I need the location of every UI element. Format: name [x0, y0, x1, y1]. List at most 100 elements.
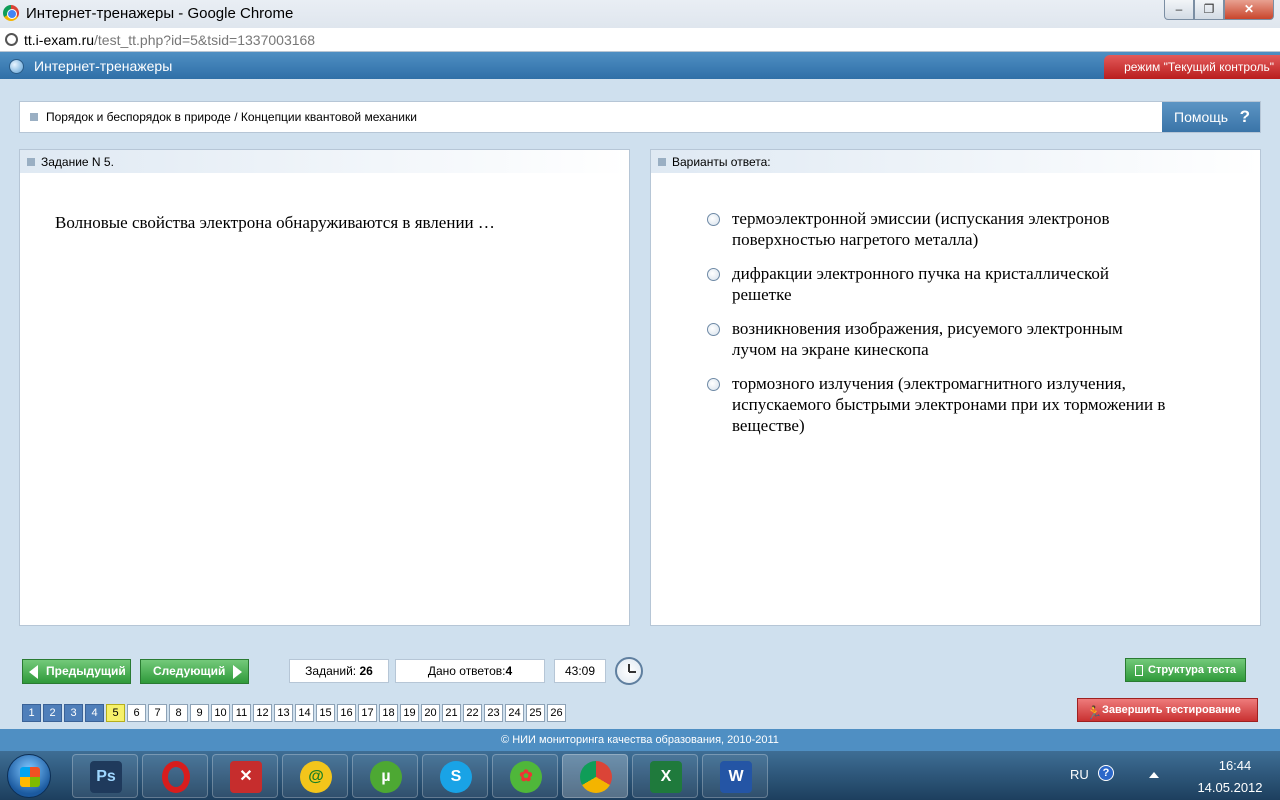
page-link[interactable]: 13 [274, 704, 293, 722]
answers-panel: Варианты ответа: термоэлектронной эмисси… [650, 149, 1261, 626]
start-button[interactable] [7, 754, 51, 798]
window-titlebar: Интернет-тренажеры - Google Chrome ‒ ❐ ✕ [0, 0, 1280, 28]
radio-button[interactable] [707, 213, 720, 226]
mail-agent-icon: @ [300, 761, 332, 793]
answer-text[interactable]: тормозного излучения (электромагнитного … [732, 373, 1167, 436]
page-link[interactable]: 3 [64, 704, 83, 722]
tasks-count: Заданий: 26 [289, 659, 389, 683]
taskbar-app-opera[interactable] [142, 754, 208, 798]
page-link[interactable]: 18 [379, 704, 398, 722]
page-link[interactable]: 11 [232, 704, 251, 722]
answers-header: Варианты ответа: [672, 155, 771, 169]
taskbar-app-icq[interactable]: ✿ [492, 754, 558, 798]
page-link[interactable]: 23 [484, 704, 503, 722]
taskbar-app-excel[interactable]: X [632, 754, 698, 798]
page-link[interactable]: 21 [442, 704, 461, 722]
word-icon: W [720, 761, 752, 793]
windows-taskbar: Ps ✕ @ µ S ✿ X W RU ? 16:44 14.05.2012 [0, 751, 1280, 800]
chrome-icon [580, 761, 612, 793]
tasks-value: 26 [359, 664, 373, 678]
help-button[interactable]: Помощь ? [1162, 102, 1260, 132]
page-link[interactable]: 12 [253, 704, 272, 722]
page-link[interactable]: 25 [526, 704, 545, 722]
page-link[interactable]: 8 [169, 704, 188, 722]
help-label: Помощь [1174, 109, 1229, 125]
breadcrumb: Порядок и беспорядок в природе / Концепц… [19, 101, 1261, 133]
page-link[interactable]: 9 [190, 704, 209, 722]
previous-button[interactable]: Предыдущий [22, 659, 131, 684]
answer-option-3[interactable]: возникновения изображения, рисуемого эле… [707, 318, 1167, 360]
tasks-label: Заданий: [305, 664, 357, 678]
app-title: Интернет-тренажеры [34, 58, 173, 74]
answer-option-4[interactable]: тормозного излучения (электромагнитного … [707, 373, 1167, 436]
next-button[interactable]: Следующий [140, 659, 249, 684]
excel-icon: X [650, 761, 682, 793]
taskbar-app-word[interactable]: W [702, 754, 768, 798]
page-link[interactable]: 6 [127, 704, 146, 722]
test-structure-button[interactable]: Структура теста [1125, 658, 1246, 682]
address-bar[interactable]: tt.i-exam.ru/test_tt.php?id=5&tsid=13370… [0, 28, 1280, 52]
page-link[interactable]: 14 [295, 704, 314, 722]
minimize-button[interactable]: ‒ [1164, 0, 1194, 20]
url-text[interactable]: tt.i-exam.ru/test_tt.php?id=5&tsid=13370… [24, 32, 315, 48]
task-panel-header: Задание N 5. [20, 150, 629, 173]
window-controls: ‒ ❐ ✕ [1164, 0, 1274, 21]
running-man-icon: 🏃 [1086, 705, 1103, 720]
clock-date[interactable]: 14.05.2012 [1185, 780, 1275, 795]
page-link[interactable]: 1 [22, 704, 41, 722]
answer-option-1[interactable]: термоэлектронной эмиссии (испускания эле… [707, 208, 1167, 250]
taskbar-app-utorrent[interactable]: µ [352, 754, 418, 798]
page-link[interactable]: 2 [43, 704, 62, 722]
help-icon[interactable]: ? [1098, 765, 1114, 781]
clock-icon [615, 657, 643, 685]
windows-logo-icon [20, 767, 40, 787]
page-link[interactable]: 26 [547, 704, 566, 722]
page-link-current[interactable]: 5 [106, 704, 125, 722]
radio-button[interactable] [707, 323, 720, 336]
answer-list: термоэлектронной эмиссии (испускания эле… [707, 208, 1167, 449]
app-header: Интернет-тренажеры режим "Текущий контро… [0, 52, 1280, 79]
opera-icon [162, 761, 190, 793]
utorrent-icon: µ [370, 761, 402, 793]
page-link[interactable]: 17 [358, 704, 377, 722]
bullet-icon [27, 158, 35, 166]
finish-test-button[interactable]: 🏃 Завершить тестирование [1077, 698, 1258, 722]
bullet-icon [658, 158, 666, 166]
page-link[interactable]: 24 [505, 704, 524, 722]
page-link[interactable]: 7 [148, 704, 167, 722]
language-indicator[interactable]: RU [1070, 767, 1089, 782]
taskbar-app-skype[interactable]: S [422, 754, 488, 798]
radio-button[interactable] [707, 268, 720, 281]
page-info-icon[interactable] [5, 33, 18, 46]
page-link[interactable]: 16 [337, 704, 356, 722]
page-link[interactable]: 19 [400, 704, 419, 722]
chrome-icon [3, 5, 19, 21]
document-icon [1135, 665, 1143, 676]
maximize-button[interactable]: ❐ [1194, 0, 1224, 20]
answer-option-2[interactable]: дифракции электронного пучка на кристалл… [707, 263, 1167, 305]
page-link[interactable]: 10 [211, 704, 230, 722]
page-link[interactable]: 20 [421, 704, 440, 722]
taskbar-app-chrome[interactable] [562, 754, 628, 798]
page-link[interactable]: 22 [463, 704, 482, 722]
arrow-left-icon [29, 665, 38, 679]
copyright-footer: © НИИ мониторинга качества образования, … [0, 729, 1280, 751]
window-title: Интернет-тренажеры - Google Chrome [26, 5, 294, 22]
page-link[interactable]: 15 [316, 704, 335, 722]
answer-text[interactable]: дифракции электронного пучка на кристалл… [732, 263, 1167, 305]
page-link[interactable]: 4 [85, 704, 104, 722]
radio-button[interactable] [707, 378, 720, 391]
close-button[interactable]: ✕ [1224, 0, 1274, 20]
taskbar-app-acrobat[interactable]: ✕ [212, 754, 278, 798]
taskbar-app-photoshop[interactable]: Ps [72, 754, 138, 798]
system-tray: RU ? 16:44 14.05.2012 [1060, 751, 1280, 800]
taskbar-app-mail-agent[interactable]: @ [282, 754, 348, 798]
answer-text[interactable]: термоэлектронной эмиссии (испускания эле… [732, 208, 1167, 250]
answers-panel-header: Варианты ответа: [651, 150, 1260, 173]
answer-text[interactable]: возникновения изображения, рисуемого эле… [732, 318, 1167, 360]
answered-label: Дано ответов: [427, 664, 506, 678]
bullet-icon [30, 113, 38, 121]
tray-expand-icon[interactable] [1149, 772, 1159, 778]
icq-icon: ✿ [510, 761, 542, 793]
clock-time[interactable]: 16:44 [1195, 758, 1275, 773]
